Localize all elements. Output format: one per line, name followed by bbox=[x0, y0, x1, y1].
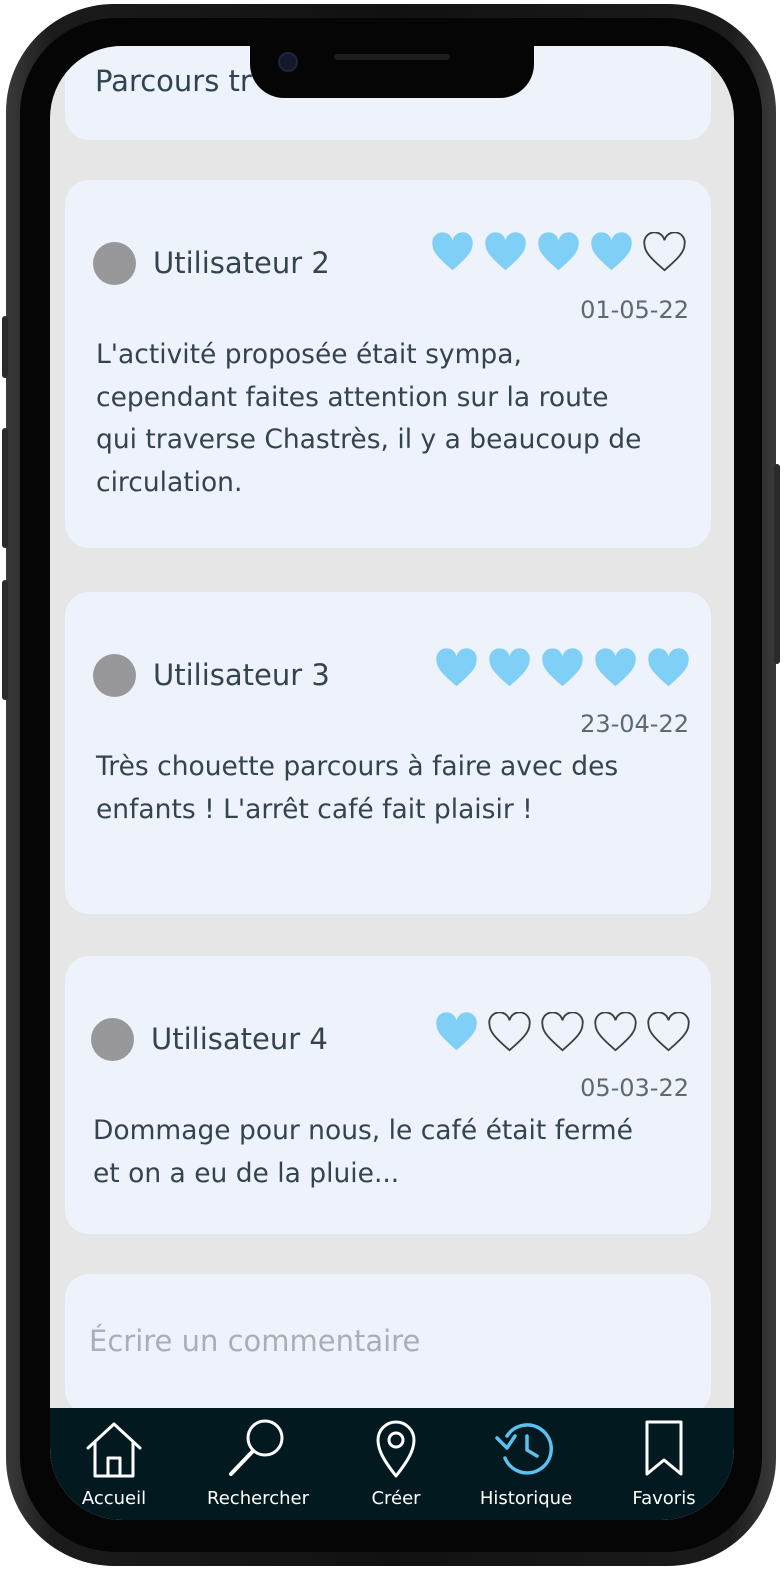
earpiece-speaker bbox=[334, 54, 450, 60]
nav-label: Accueil bbox=[81, 1488, 147, 1509]
heart-filled-icon bbox=[436, 648, 477, 687]
heart-outline-icon bbox=[488, 1012, 531, 1052]
heart-filled-icon bbox=[489, 648, 530, 687]
heart-outline-icon bbox=[643, 232, 686, 272]
heart-filled-icon bbox=[538, 232, 579, 271]
map-pin-icon bbox=[376, 1420, 416, 1478]
rating-hearts bbox=[434, 648, 691, 688]
review-date: 05-03-22 bbox=[580, 1074, 689, 1102]
volume-up-button bbox=[2, 428, 8, 548]
nav-label: Créer bbox=[371, 1488, 421, 1509]
review-username: Utilisateur 3 bbox=[153, 658, 330, 692]
review-username: Utilisateur 4 bbox=[151, 1022, 328, 1056]
heart-filled-icon bbox=[591, 232, 632, 271]
heart-filled-icon bbox=[485, 232, 526, 271]
nav-item-rechercher[interactable]: Rechercher bbox=[196, 1408, 320, 1520]
nav-label: Favoris bbox=[632, 1488, 696, 1509]
route-title: Parcours tr bbox=[95, 64, 252, 98]
user-avatar bbox=[93, 654, 136, 697]
rating-hearts bbox=[430, 232, 687, 272]
volume-down-button bbox=[2, 580, 8, 700]
rating-hearts bbox=[434, 1012, 691, 1052]
mute-switch bbox=[2, 316, 8, 378]
review-date: 23-04-22 bbox=[580, 710, 689, 738]
heart-filled-icon bbox=[595, 648, 636, 687]
front-camera bbox=[278, 52, 298, 72]
power-button bbox=[774, 464, 780, 664]
heart-outline-icon bbox=[594, 1012, 637, 1052]
review-text: Dommage pour nous, le café était fermé e… bbox=[93, 1115, 633, 1189]
review-card: Utilisateur 2 01-05-22 L'activité propos… bbox=[65, 180, 711, 548]
home-icon bbox=[86, 1422, 142, 1478]
history-icon bbox=[495, 1423, 553, 1475]
bottom-nav: Accueil Rechercher Créer Historique Favo… bbox=[50, 1408, 734, 1520]
review-card: Utilisateur 4 05-03-22 Dommage pour nous… bbox=[65, 956, 711, 1234]
heart-outline-icon bbox=[647, 1012, 690, 1052]
user-avatar bbox=[91, 1018, 134, 1061]
search-icon bbox=[229, 1419, 284, 1476]
heart-filled-icon bbox=[648, 648, 689, 687]
review-text: L'activité proposée était sympa, cependa… bbox=[96, 339, 642, 498]
nav-label: Historique bbox=[479, 1488, 573, 1509]
user-avatar bbox=[93, 242, 136, 285]
heart-filled-icon bbox=[432, 232, 473, 271]
review-text: Très chouette parcours à faire avec des … bbox=[96, 751, 619, 825]
comment-input[interactable]: Écrire un commentaire bbox=[65, 1274, 711, 1414]
comment-placeholder: Écrire un commentaire bbox=[89, 1324, 421, 1358]
heart-outline-icon bbox=[541, 1012, 584, 1052]
heart-filled-icon bbox=[542, 648, 583, 687]
nav-item-accueil[interactable]: Accueil bbox=[68, 1408, 160, 1520]
nav-item-historique[interactable]: Historique bbox=[470, 1408, 582, 1520]
bookmark-icon bbox=[645, 1420, 683, 1476]
review-date: 01-05-22 bbox=[580, 296, 689, 324]
heart-filled-icon bbox=[436, 1012, 477, 1051]
notch bbox=[250, 46, 534, 98]
review-card: Utilisateur 3 23-04-22 Très chouette par… bbox=[65, 592, 711, 914]
review-username: Utilisateur 2 bbox=[153, 246, 330, 280]
nav-item-creer[interactable]: Créer bbox=[356, 1408, 436, 1520]
nav-label: Rechercher bbox=[207, 1488, 309, 1509]
app-screen: Parcours tr Utilisateur 2 01-05-22 L'act… bbox=[50, 46, 734, 1520]
nav-item-favoris[interactable]: Favoris bbox=[624, 1408, 704, 1520]
